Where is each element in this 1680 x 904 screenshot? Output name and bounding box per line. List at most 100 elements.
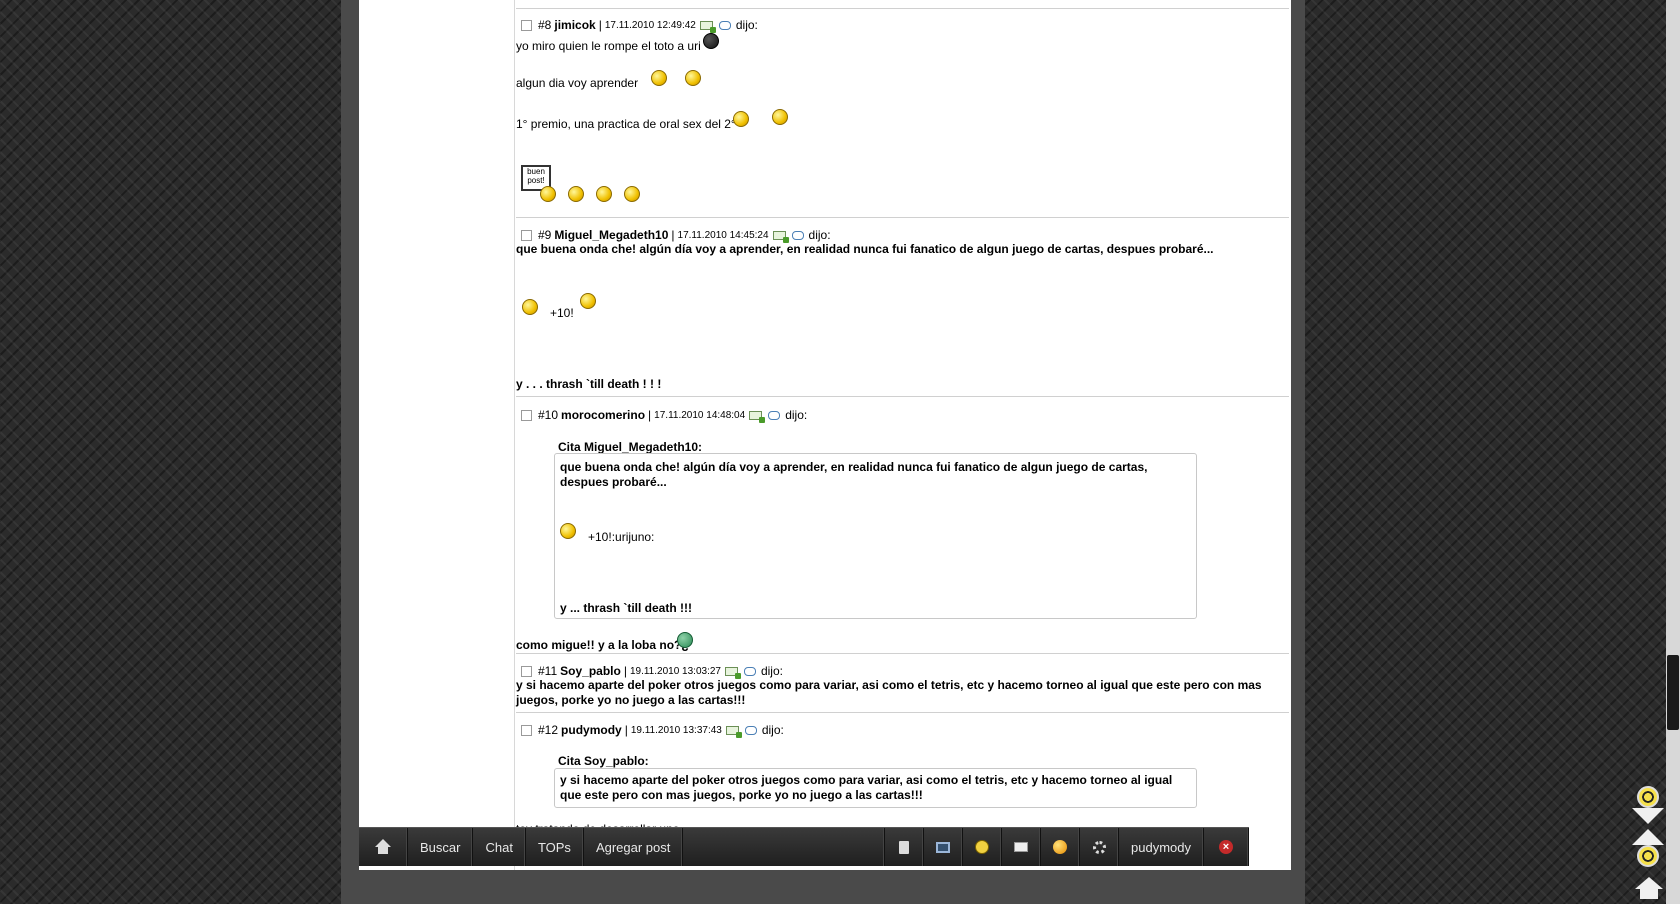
divider bbox=[516, 217, 1289, 218]
comment-author[interactable]: jimicok bbox=[554, 18, 595, 32]
send-message-icon[interactable] bbox=[725, 725, 742, 738]
bottom-taskbar: Buscar Chat TOPs Agregar post pudymody × bbox=[359, 827, 1249, 866]
comment-author[interactable]: Miguel_Megadeth10 bbox=[554, 228, 668, 242]
quote-label: Cita Soy_pablo: bbox=[558, 754, 649, 768]
radiation-icon[interactable] bbox=[1637, 786, 1659, 808]
radiation-icon[interactable] bbox=[1637, 845, 1659, 867]
left-column bbox=[359, 0, 515, 870]
dijo-label: dijo: bbox=[761, 723, 784, 737]
add-post-button[interactable]: Agregar post bbox=[584, 828, 684, 866]
comment-date: 17.11.2010 14:48:04 bbox=[654, 409, 746, 421]
mail-button[interactable] bbox=[1002, 828, 1042, 866]
close-icon: × bbox=[1219, 840, 1233, 854]
divider bbox=[516, 653, 1289, 654]
taskbar-spacer bbox=[683, 828, 886, 866]
comment-text: que buena onda che! algún día voy a apre… bbox=[516, 242, 1214, 256]
comment-header: #11 Soy_pablo | 19.11.2010 13:03:27 dijo… bbox=[521, 663, 783, 679]
comment-author[interactable]: Soy_pablo bbox=[560, 664, 621, 678]
scrollbar-thumb[interactable] bbox=[1667, 655, 1679, 730]
home-button[interactable] bbox=[359, 828, 408, 866]
clipboard-button[interactable] bbox=[885, 828, 925, 866]
send-message-icon[interactable] bbox=[699, 20, 716, 33]
quote-bubble-icon[interactable] bbox=[791, 230, 804, 240]
beer-smiley-icon bbox=[560, 523, 576, 539]
search-button[interactable]: Buscar bbox=[408, 828, 474, 866]
divider bbox=[516, 712, 1289, 713]
quote-bubble-icon[interactable] bbox=[744, 725, 757, 735]
quote-bubble-icon[interactable] bbox=[768, 410, 781, 420]
clipboard-icon bbox=[899, 840, 910, 854]
divider bbox=[516, 396, 1289, 397]
comment-checkbox[interactable] bbox=[521, 229, 532, 241]
separator: | bbox=[623, 664, 627, 678]
quote-box: que buena onda che! algún día voy a apre… bbox=[554, 453, 1197, 619]
quote-signature: y ... thrash `till death !!! bbox=[560, 601, 693, 615]
comment-author[interactable]: morocomerino bbox=[561, 408, 645, 422]
comment-date: 19.11.2010 13:37:43 bbox=[630, 724, 722, 736]
comment-text: y si hacemo aparte del poker otros juego… bbox=[516, 678, 1262, 707]
trefoil-button[interactable] bbox=[963, 828, 1003, 866]
cheering-smiley-icon bbox=[568, 186, 584, 202]
wizard-smiley-icon bbox=[580, 293, 596, 309]
dijo-label: dijo: bbox=[735, 18, 758, 32]
separator: | bbox=[624, 723, 628, 737]
comment-checkbox[interactable] bbox=[521, 665, 532, 677]
comment-header: #12 pudymody | 19.11.2010 13:37:43 dijo: bbox=[521, 722, 784, 738]
send-message-icon[interactable] bbox=[749, 410, 766, 423]
separator: | bbox=[648, 408, 652, 422]
scrollbar[interactable] bbox=[1666, 0, 1680, 904]
dijo-label: dijo: bbox=[760, 664, 783, 678]
dijo-label: dijo: bbox=[808, 228, 831, 242]
comment-header: #9 Miguel_Megadeth10 | 17.11.2010 14:45:… bbox=[521, 227, 831, 243]
quote-text: y si hacemo aparte del poker otros juego… bbox=[560, 773, 1173, 802]
user-menu[interactable]: pudymody bbox=[1119, 828, 1204, 866]
quote-bubble-icon[interactable] bbox=[743, 666, 756, 676]
comment-text: yo miro quien le rompe el toto a uri bbox=[516, 39, 701, 53]
tops-button[interactable]: TOPs bbox=[526, 828, 584, 866]
cheering-smiley-icon bbox=[596, 186, 612, 202]
comment-checkbox[interactable] bbox=[521, 19, 532, 31]
plus-ten-text: +10! bbox=[550, 306, 574, 320]
comment-header: #8 jimicok | 17.11.2010 12:49:42 dijo: bbox=[521, 17, 758, 33]
window-icon bbox=[936, 841, 951, 853]
smiley-icon bbox=[1053, 840, 1068, 854]
gear-icon bbox=[1092, 840, 1106, 854]
quote-bubble-icon[interactable] bbox=[718, 20, 731, 30]
comment-number: #10 bbox=[538, 408, 559, 422]
scroll-up-icon[interactable] bbox=[1632, 829, 1664, 845]
page-content: #8 jimicok | 17.11.2010 12:49:42 dijo: y… bbox=[359, 0, 1291, 870]
quote-plus-text: +10!:urijuno: bbox=[588, 530, 655, 544]
scroll-down-icon[interactable] bbox=[1632, 808, 1664, 824]
chat-button[interactable]: Chat bbox=[473, 828, 526, 866]
comment-checkbox[interactable] bbox=[521, 409, 532, 421]
beer-smiley-icon bbox=[522, 299, 538, 315]
cheering-smiley-icon bbox=[624, 186, 640, 202]
comment-text: 1° premio, una practica de oral sex del … bbox=[516, 117, 736, 131]
comment-number: #12 bbox=[538, 723, 559, 737]
trefoil-icon bbox=[975, 840, 990, 854]
comment-header: #10 morocomerino | 17.11.2010 14:48:04 d… bbox=[521, 407, 807, 423]
home-icon[interactable] bbox=[1635, 877, 1663, 899]
comment-author[interactable]: pudymody bbox=[561, 723, 622, 737]
cheering-smiley-icon bbox=[540, 186, 556, 202]
comment-date: 19.11.2010 13:03:27 bbox=[629, 665, 721, 677]
laughing-smiley-icon bbox=[651, 70, 667, 86]
window-button[interactable] bbox=[924, 828, 964, 866]
settings-button[interactable] bbox=[1080, 828, 1120, 866]
quote-box: y si hacemo aparte del poker otros juego… bbox=[554, 768, 1197, 808]
send-message-icon[interactable] bbox=[772, 230, 789, 243]
send-message-icon[interactable] bbox=[724, 666, 741, 679]
comment-text: como migue!! y a la loba no?¿ bbox=[516, 638, 689, 652]
comment-checkbox[interactable] bbox=[521, 724, 532, 736]
divider bbox=[516, 8, 1289, 9]
comment-number: #9 bbox=[538, 228, 552, 242]
smiley-button[interactable] bbox=[1041, 828, 1081, 866]
comment-number: #11 bbox=[538, 664, 558, 678]
comment-number: #8 bbox=[538, 18, 552, 32]
comment-date: 17.11.2010 12:49:42 bbox=[604, 19, 696, 31]
sunglasses-smiley-icon bbox=[703, 33, 719, 49]
logout-button[interactable]: × bbox=[1204, 828, 1249, 866]
quote-text: que buena onda che! algún día voy a apre… bbox=[560, 460, 1148, 489]
grin-smiley-icon bbox=[677, 632, 693, 648]
quote-label: Cita Miguel_Megadeth10: bbox=[558, 440, 703, 454]
